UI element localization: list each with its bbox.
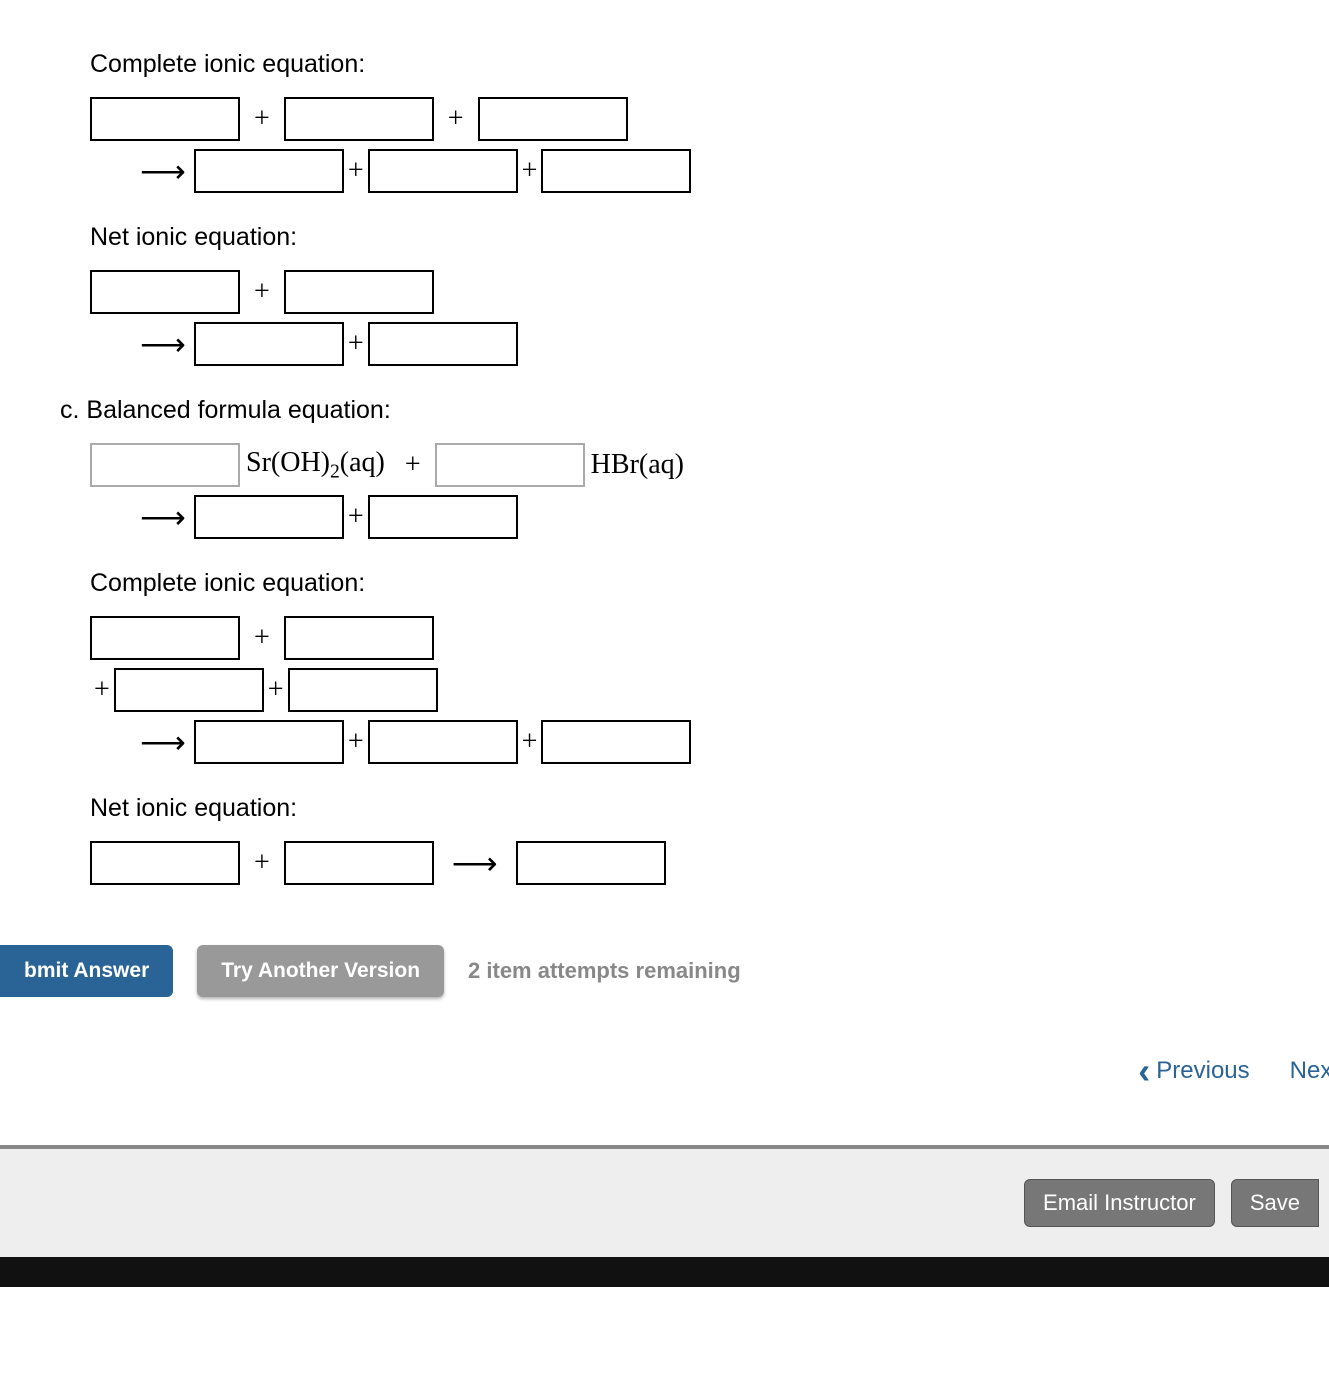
chevron-left-icon: ‹ <box>1138 1062 1150 1080</box>
save-button[interactable]: Save <box>1231 1179 1319 1227</box>
plus-icon: + <box>348 328 364 360</box>
c-product-2[interactable] <box>368 495 518 539</box>
c-coeff-1[interactable] <box>90 443 240 487</box>
plus-icon: + <box>268 674 284 706</box>
ni1-product-1[interactable] <box>194 322 344 366</box>
next-link[interactable]: Next <box>1290 1057 1329 1085</box>
ni2-reactant-1[interactable] <box>90 841 240 885</box>
label-complete-ionic-2: Complete ionic equation: <box>90 569 1329 598</box>
previous-link[interactable]: ‹ Previous <box>1138 1057 1249 1085</box>
ni2-reactant-2[interactable] <box>284 841 434 885</box>
ci1-product-2[interactable] <box>368 149 518 193</box>
arrow-icon: ⟶ <box>140 498 184 536</box>
ni1-reactant-1[interactable] <box>90 270 240 314</box>
ci2-reactant-1[interactable] <box>90 616 240 660</box>
arrow-icon: ⟶ <box>140 723 184 761</box>
arrow-icon: ⟶ <box>140 152 184 190</box>
formula-sroh2: Sr(OH)2(aq) <box>246 447 385 484</box>
plus-icon: + <box>448 103 464 135</box>
ci1-product-1[interactable] <box>194 149 344 193</box>
c-coeff-2[interactable] <box>435 443 585 487</box>
ci1-reactant-3[interactable] <box>478 97 628 141</box>
plus-icon: + <box>254 847 270 879</box>
label-net-ionic-1: Net ionic equation: <box>90 223 1329 252</box>
plus-icon: + <box>254 622 270 654</box>
ci2-reactant-4[interactable] <box>288 668 438 712</box>
ni2-product-1[interactable] <box>516 841 666 885</box>
label-net-ionic-2: Net ionic equation: <box>90 794 1329 823</box>
ci1-reactant-2[interactable] <box>284 97 434 141</box>
ci1-product-3[interactable] <box>541 149 691 193</box>
plus-icon: + <box>348 501 364 533</box>
arrow-icon: ⟶ <box>452 844 498 882</box>
ni1-reactant-2[interactable] <box>284 270 434 314</box>
try-another-button[interactable]: Try Another Version <box>197 945 444 997</box>
plus-icon: + <box>405 449 421 481</box>
ci2-product-3[interactable] <box>541 720 691 764</box>
ci2-reactant-2[interactable] <box>284 616 434 660</box>
plus-icon: + <box>254 276 270 308</box>
footer-bar <box>0 1257 1329 1287</box>
plus-icon: + <box>522 726 538 758</box>
c-product-1[interactable] <box>194 495 344 539</box>
formula-hbr: HBr(aq) <box>591 449 684 481</box>
plus-icon: + <box>348 155 364 187</box>
ci2-reactant-3[interactable] <box>114 668 264 712</box>
plus-icon: + <box>94 674 110 706</box>
ci2-product-2[interactable] <box>368 720 518 764</box>
ci2-product-1[interactable] <box>194 720 344 764</box>
plus-icon: + <box>254 103 270 135</box>
plus-icon: + <box>348 726 364 758</box>
label-complete-ionic-1: Complete ionic equation: <box>90 50 1329 79</box>
ni1-product-2[interactable] <box>368 322 518 366</box>
email-instructor-button[interactable]: Email Instructor <box>1024 1179 1215 1227</box>
label-part-c: c. Balanced formula equation: <box>60 396 1329 425</box>
submit-answer-button[interactable]: bmit Answer <box>0 945 173 997</box>
plus-icon: + <box>522 155 538 187</box>
ci1-reactant-1[interactable] <box>90 97 240 141</box>
arrow-icon: ⟶ <box>140 325 184 363</box>
attempts-remaining: 2 item attempts remaining <box>468 958 741 984</box>
